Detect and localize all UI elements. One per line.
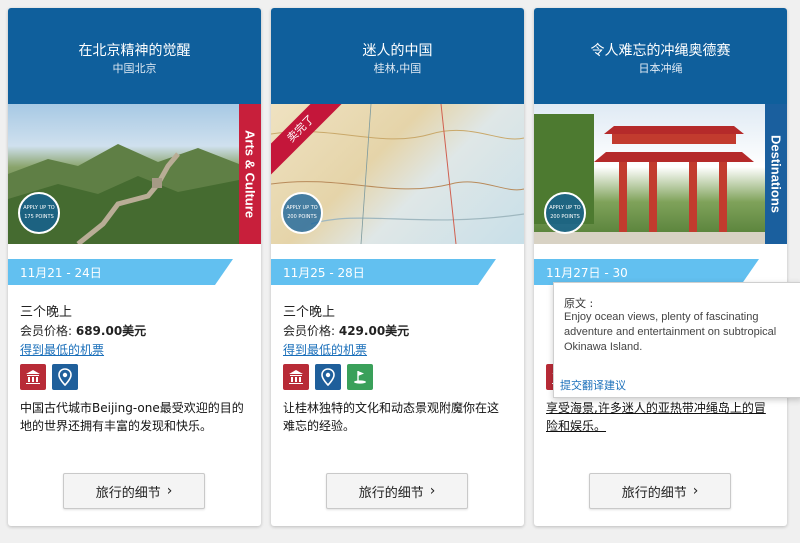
card-header: 在北京精神的觉醒 中国北京 — [8, 8, 261, 104]
chevron-right-icon: › — [429, 483, 436, 499]
trip-details-label: 旅行的细节 — [95, 485, 161, 501]
location-pin-icon[interactable] — [52, 364, 78, 390]
feature-icons — [283, 364, 373, 392]
trip-description[interactable]: 享受海景,许多迷人的亚热带冲绳岛上的冒险和娱乐。 — [546, 399, 771, 435]
category-tag-label: Destinations — [768, 134, 784, 213]
trip-details-button[interactable]: 旅行的细节 › — [326, 473, 468, 509]
china-map-photo[interactable]: 卖完了 APPLY UP TO 200 POINTS — [271, 104, 524, 244]
original-text-tooltip: 原文 : Enjoy ocean views, plenty of fascin… — [553, 282, 800, 398]
trip-details-button[interactable]: 旅行的细节 › — [589, 473, 731, 509]
tooltip-original-text: Enjoy ocean views, plenty of fascinating… — [564, 311, 777, 353]
okinawa-gate-photo[interactable]: APPLY UP TO 200 POINTS Destinations — [534, 104, 787, 244]
trip-dates: 11月27日 - 30 — [546, 266, 628, 280]
lowest-fare-link[interactable]: 得到最低的机票 — [20, 341, 104, 358]
trip-description: 让桂林独特的文化和动态景观附魔你在这难忘的经验。 — [283, 401, 500, 433]
price-label: 会员价格: — [20, 324, 76, 338]
trip-nights: 三个晚上 — [283, 305, 336, 320]
chevron-right-icon: › — [166, 483, 173, 499]
museum-icon[interactable] — [20, 364, 46, 390]
trip-details-button[interactable]: 旅行的细节 › — [63, 473, 205, 509]
tooltip-label: 原文 : — [564, 297, 594, 310]
golf-icon[interactable] — [347, 364, 373, 390]
card-location: 中国北京 — [112, 62, 157, 75]
price-label: 会员价格: — [283, 324, 339, 338]
card-header: 令人难忘的冲绳奥德赛 日本冲绳 — [534, 8, 787, 104]
date-band: 11月25 - 28日 — [271, 259, 496, 285]
price-value: 689.00美元 — [75, 324, 147, 338]
member-price: 会员价格: 429.00美元 — [283, 322, 409, 339]
trip-card-beijing: 在北京精神的觉醒 中国北京 APPLY UP TO 175 POINTS Art… — [8, 8, 261, 526]
museum-icon[interactable] — [283, 364, 309, 390]
feature-icons — [20, 364, 78, 392]
chevron-right-icon: › — [692, 483, 699, 499]
trip-card-okinawa: 令人难忘的冲绳奥德赛 日本冲绳 APPLY UP TO 200 POINTS D… — [534, 8, 787, 526]
card-header: 迷人的中国 桂林,中国 — [271, 8, 524, 104]
member-price: 会员价格: 689.00美元 — [20, 322, 146, 339]
date-band: 11月21 - 24日 — [8, 259, 233, 285]
trip-dates: 11月25 - 28日 — [283, 266, 365, 280]
location-pin-icon[interactable] — [315, 364, 341, 390]
trip-card-guilin: 迷人的中国 桂林,中国 卖完了 APPLY UP TO 200 POINTS 1… — [271, 8, 524, 526]
points-stamp: APPLY UP TO 175 POINTS — [18, 192, 60, 234]
card-title[interactable]: 迷人的中国 — [271, 40, 524, 60]
lowest-fare-link[interactable]: 得到最低的机票 — [283, 341, 367, 358]
card-location: 日本冲绳 — [638, 62, 683, 75]
trip-dates: 11月21 - 24日 — [20, 266, 102, 280]
card-location: 桂林,中国 — [373, 62, 422, 75]
great-wall-photo[interactable]: APPLY UP TO 175 POINTS Arts & Culture — [8, 104, 261, 244]
trip-details-label: 旅行的细节 — [621, 485, 687, 501]
points-stamp: APPLY UP TO 200 POINTS — [281, 192, 323, 234]
category-tag-label: Arts & Culture — [242, 129, 258, 219]
trip-details-label: 旅行的细节 — [358, 485, 424, 501]
trip-description: 中国古代城市Beijing-one最受欢迎的目的地的世界还拥有丰富的发现和快乐。 — [20, 401, 244, 433]
card-title[interactable]: 令人难忘的冲绳奥德赛 — [534, 40, 787, 60]
category-tag[interactable]: Destinations — [765, 104, 787, 244]
price-value: 429.00美元 — [338, 324, 410, 338]
points-stamp: APPLY UP TO 200 POINTS — [544, 192, 586, 234]
trip-nights: 三个晚上 — [20, 305, 73, 320]
category-tag[interactable]: Arts & Culture — [239, 104, 261, 244]
card-title[interactable]: 在北京精神的觉醒 — [8, 40, 261, 60]
suggest-translation-link[interactable]: 提交翻译建议 — [560, 377, 626, 393]
trip-description-text: 享受海景,许多迷人的亚热带冲绳岛上的冒险和娱乐。 — [546, 401, 766, 433]
